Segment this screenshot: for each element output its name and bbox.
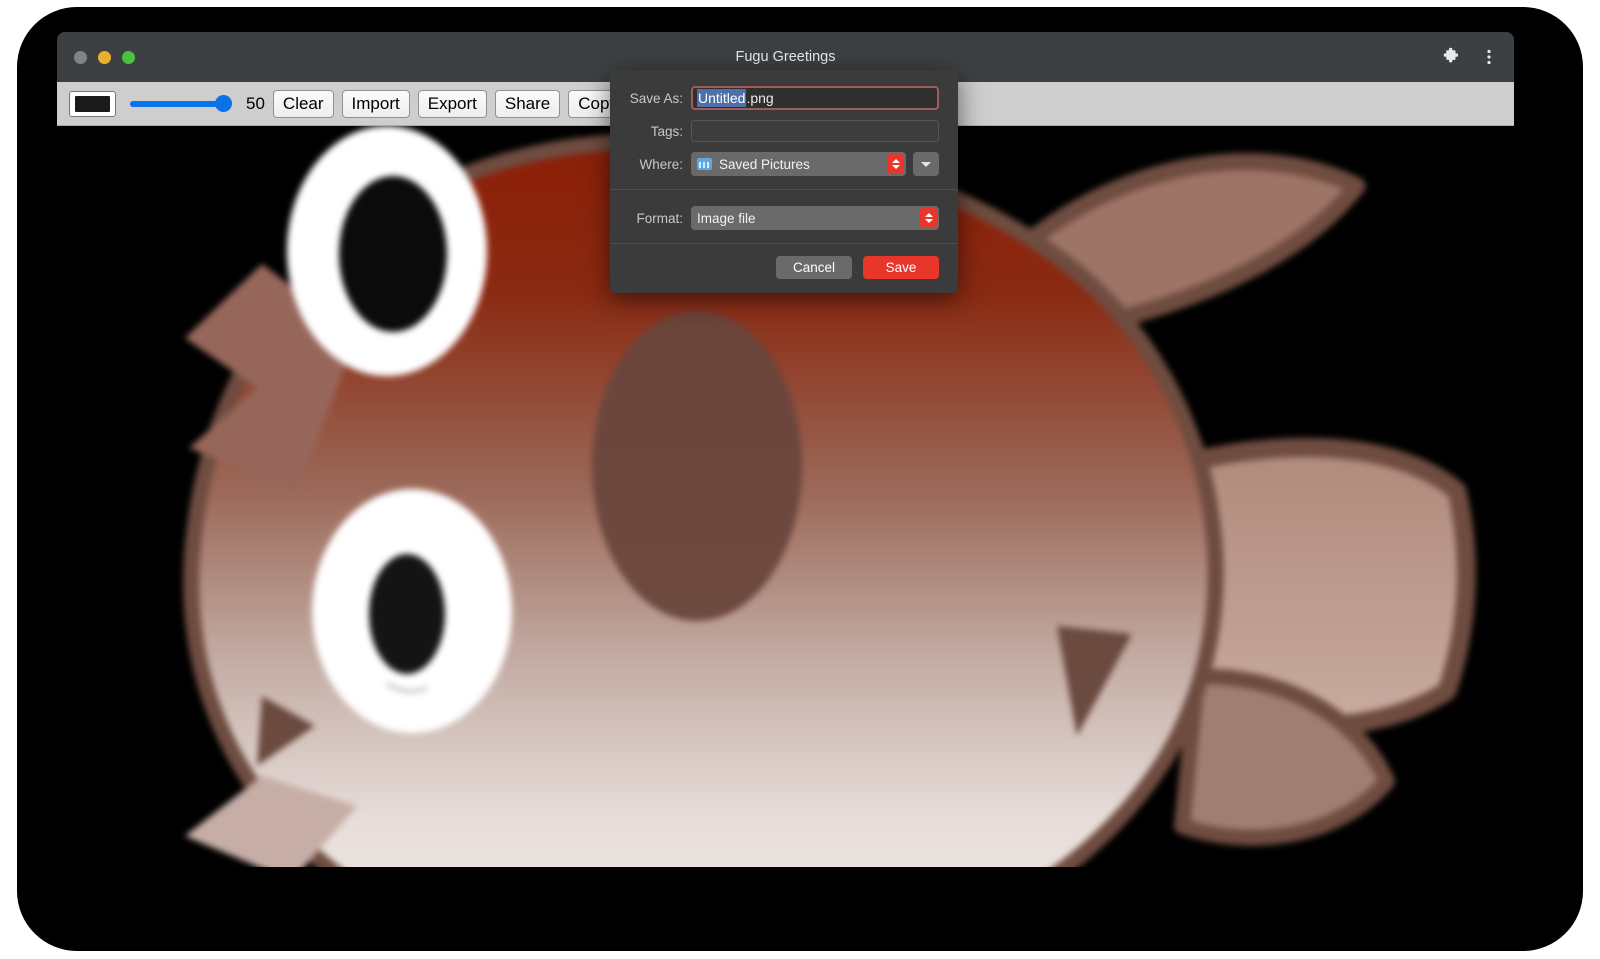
tags-label: Tags: bbox=[629, 124, 691, 139]
minimize-button[interactable] bbox=[98, 51, 111, 64]
line-width-slider[interactable] bbox=[130, 94, 230, 114]
tags-row: Tags: bbox=[629, 120, 939, 142]
traffic-light-group bbox=[74, 51, 135, 64]
titlebar-actions bbox=[1440, 32, 1500, 82]
save-as-row: Save As: Untitled.png bbox=[629, 86, 939, 110]
chevron-down-icon bbox=[921, 162, 931, 167]
where-value: Saved Pictures bbox=[719, 157, 810, 172]
clear-button[interactable]: Clear bbox=[273, 90, 334, 118]
cancel-button[interactable]: Cancel bbox=[776, 256, 852, 279]
save-as-label: Save As: bbox=[629, 91, 691, 106]
where-stepper-icon[interactable] bbox=[887, 154, 904, 174]
folder-icon bbox=[697, 158, 712, 170]
import-button[interactable]: Import bbox=[342, 90, 410, 118]
maximize-button[interactable] bbox=[122, 51, 135, 64]
save-as-extension-text: .png bbox=[746, 90, 773, 106]
color-swatch-preview bbox=[75, 96, 110, 112]
save-confirm-button[interactable]: Save bbox=[863, 256, 939, 279]
where-row: Where: Saved Pictures bbox=[629, 152, 939, 176]
save-as-selected-text: Untitled bbox=[697, 89, 746, 107]
close-button[interactable] bbox=[74, 51, 87, 64]
export-button[interactable]: Export bbox=[418, 90, 487, 118]
format-row: Format: Image file bbox=[629, 206, 939, 230]
save-dialog-format-section: Format: Image file bbox=[610, 190, 958, 243]
format-select[interactable]: Image file bbox=[691, 206, 939, 230]
where-select[interactable]: Saved Pictures bbox=[691, 152, 906, 176]
where-expand-button[interactable] bbox=[913, 152, 939, 176]
format-stepper-icon[interactable] bbox=[920, 208, 937, 228]
extensions-icon[interactable] bbox=[1440, 46, 1462, 68]
tags-input[interactable] bbox=[691, 120, 939, 142]
save-as-input[interactable]: Untitled.png bbox=[691, 86, 939, 110]
save-dialog-buttons: Cancel Save bbox=[610, 244, 958, 293]
share-button[interactable]: Share bbox=[495, 90, 560, 118]
more-menu-icon[interactable] bbox=[1478, 46, 1500, 68]
color-picker-input[interactable] bbox=[69, 91, 116, 117]
save-file-dialog: Save As: Untitled.png Tags: Where: Saved… bbox=[610, 70, 958, 293]
format-value: Image file bbox=[697, 211, 756, 226]
format-label: Format: bbox=[629, 211, 691, 226]
where-label: Where: bbox=[629, 157, 691, 172]
slider-value-label: 50 bbox=[246, 94, 265, 114]
save-dialog-top-section: Save As: Untitled.png Tags: Where: Saved… bbox=[610, 70, 958, 189]
slider-thumb[interactable] bbox=[215, 95, 232, 112]
